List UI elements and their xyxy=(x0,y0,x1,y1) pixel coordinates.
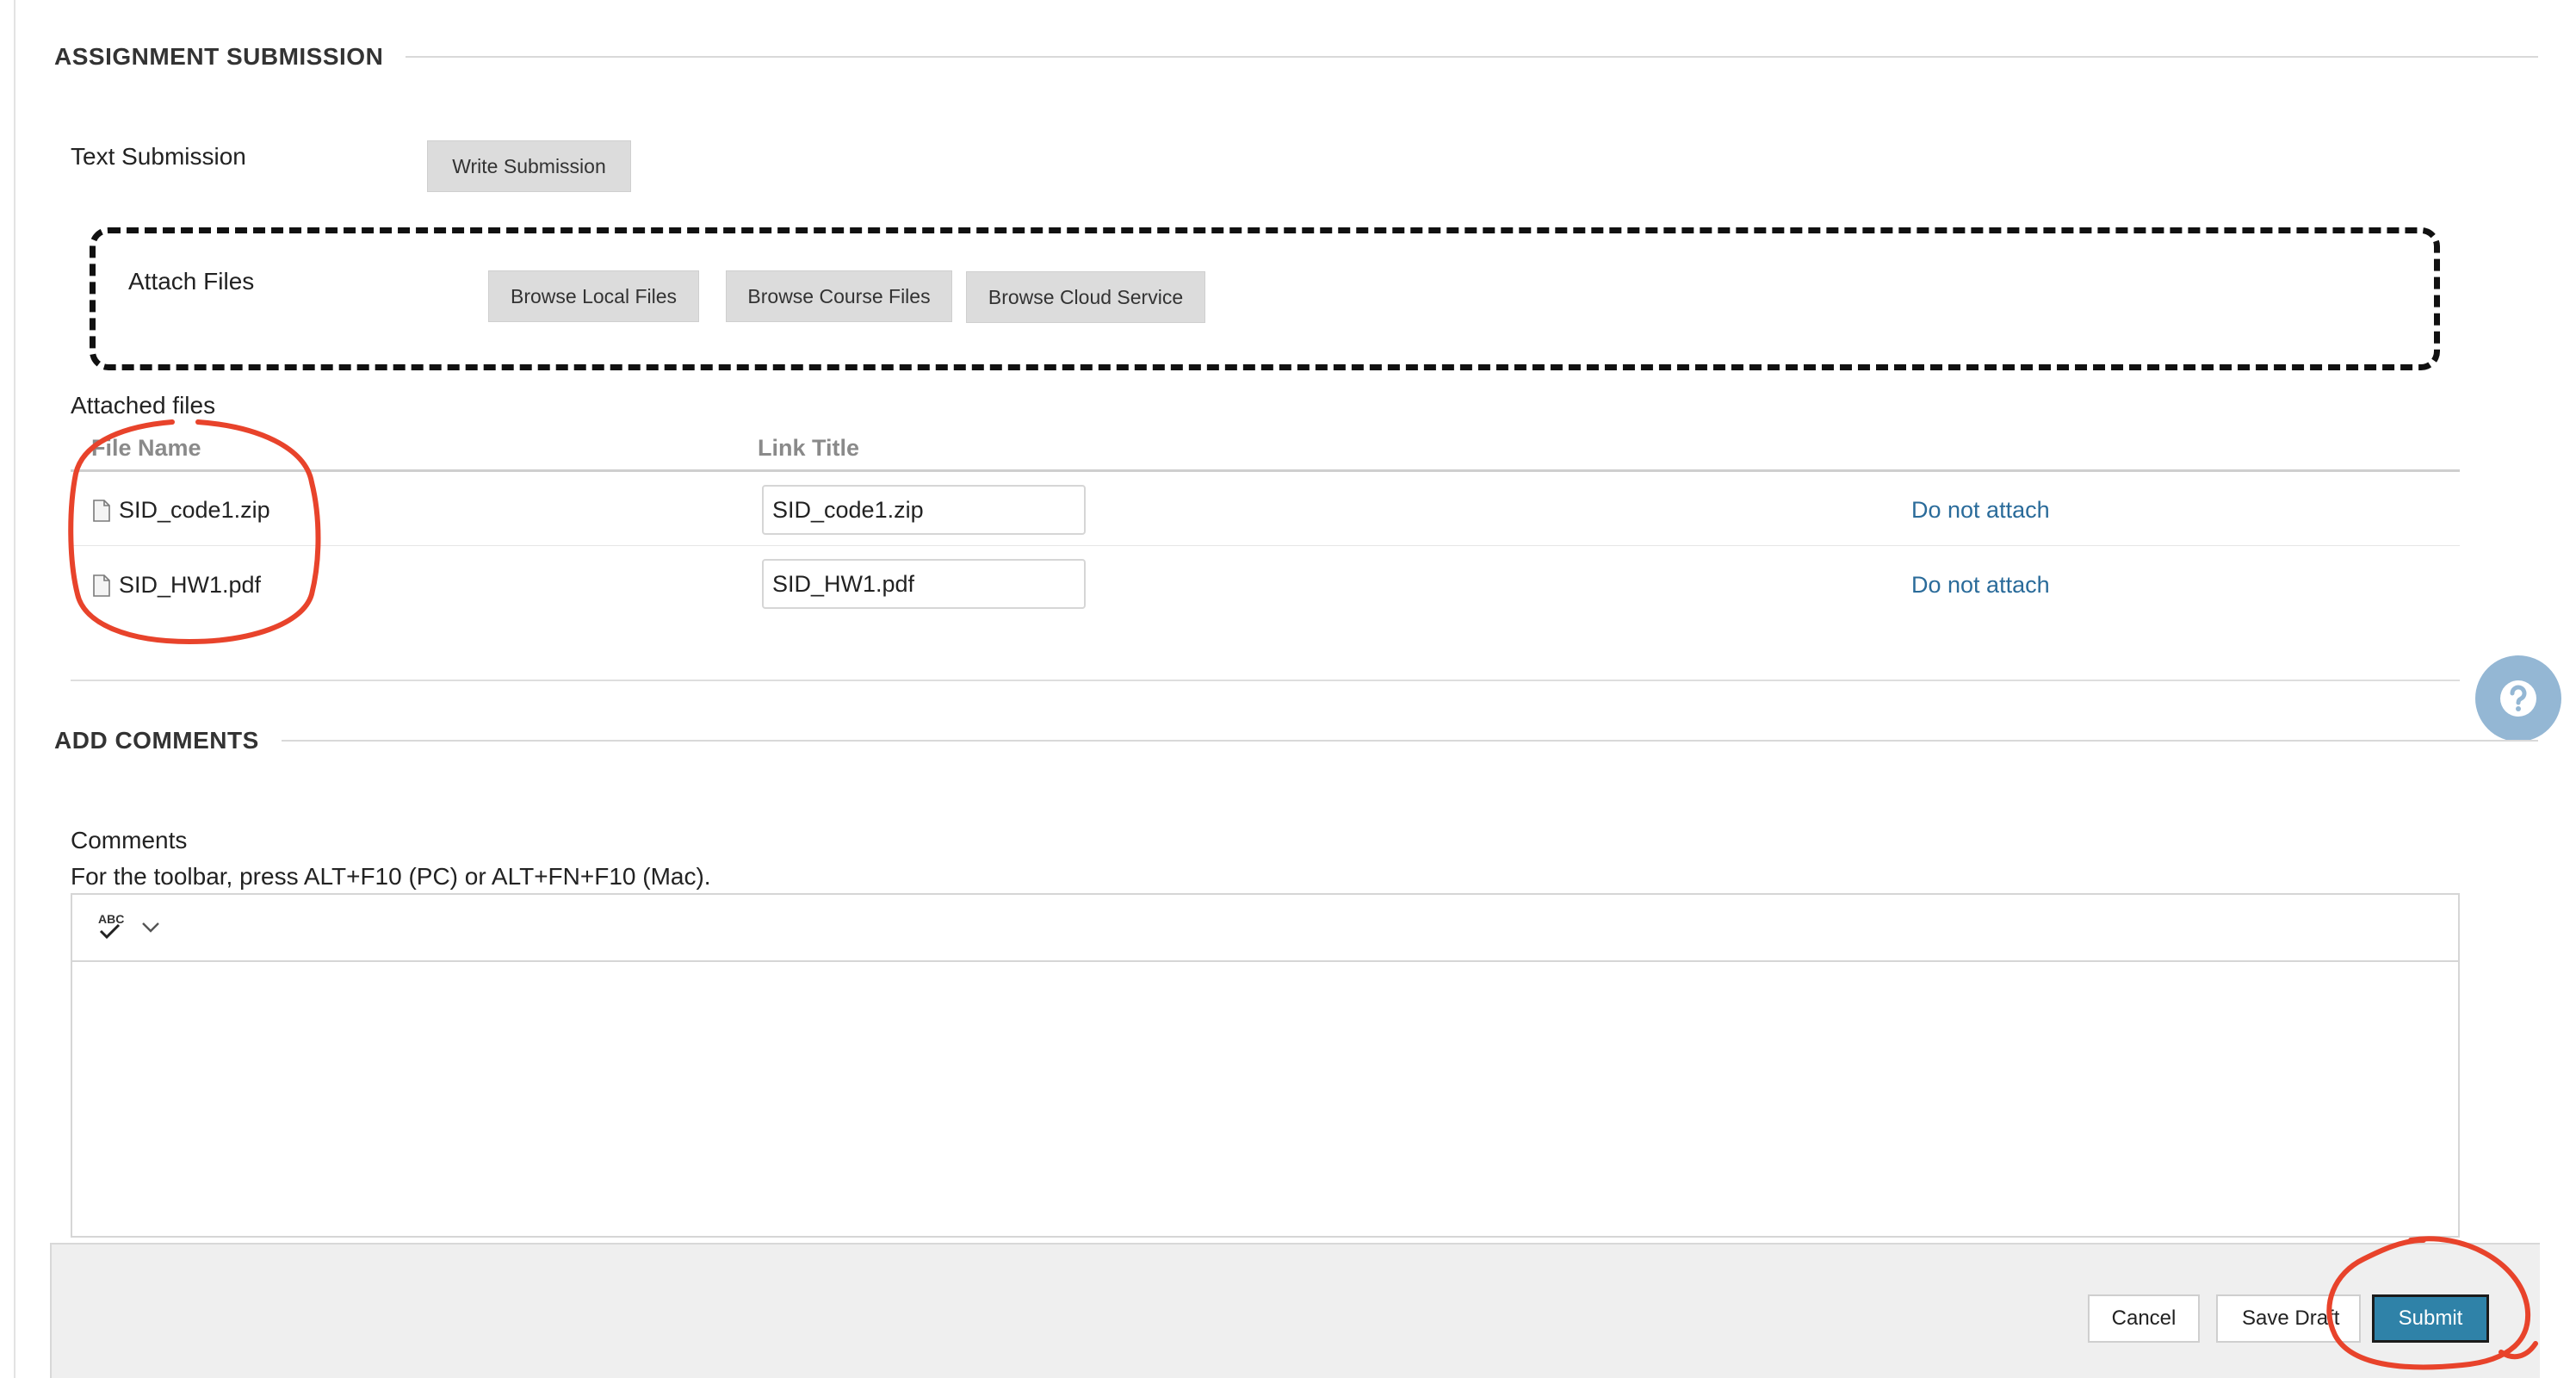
attached-files-label: Attached files xyxy=(71,392,216,419)
link-title-input[interactable] xyxy=(762,559,1086,609)
section-divider xyxy=(71,680,2460,681)
column-header-file-name: File Name xyxy=(91,435,201,461)
save-draft-button[interactable]: Save Draft xyxy=(2216,1294,2361,1343)
table-row-divider xyxy=(71,545,2460,546)
table-header-rule xyxy=(71,469,2460,472)
editor-toolbar: ABC xyxy=(72,895,2458,962)
browse-local-files-button[interactable]: Browse Local Files xyxy=(488,270,699,322)
link-title-input[interactable] xyxy=(762,485,1086,535)
do-not-attach-link[interactable]: Do not attach xyxy=(1911,497,2050,524)
spellcheck-icon[interactable]: ABC xyxy=(96,910,126,945)
submit-button[interactable]: Submit xyxy=(2372,1294,2489,1343)
assignment-submission-header: ASSIGNMENT SUBMISSION xyxy=(54,43,2538,71)
file-name-text: SID_code1.zip xyxy=(119,497,270,523)
help-question-icon xyxy=(2500,680,2536,717)
chevron-down-icon[interactable] xyxy=(141,922,160,934)
text-submission-label: Text Submission xyxy=(71,143,246,170)
cancel-button[interactable]: Cancel xyxy=(2088,1294,2200,1343)
file-icon xyxy=(93,499,110,522)
table-row-file: SID_HW1.pdf xyxy=(93,572,261,599)
page-left-border xyxy=(14,0,15,1378)
add-comments-heading: ADD COMMENTS xyxy=(54,727,259,754)
write-submission-button[interactable]: Write Submission xyxy=(427,140,631,192)
comments-label: Comments xyxy=(71,827,188,853)
spellcheck-icon-text: ABC xyxy=(98,912,124,926)
comments-text-area[interactable] xyxy=(72,962,2458,1236)
add-comments-header: ADD COMMENTS xyxy=(54,727,2538,754)
table-row-file: SID_code1.zip xyxy=(93,497,270,524)
file-icon xyxy=(93,574,110,597)
attach-files-label: Attach Files xyxy=(128,268,255,295)
section-divider-line xyxy=(406,56,2538,58)
file-name-text: SID_HW1.pdf xyxy=(119,572,262,598)
toolbar-hint: For the toolbar, press ALT+F10 (PC) or A… xyxy=(71,863,711,890)
browse-cloud-service-button[interactable]: Browse Cloud Service xyxy=(966,271,1205,323)
attach-files-highlight-box xyxy=(90,227,2440,370)
column-header-link-title: Link Title xyxy=(758,435,860,461)
assignment-submission-heading: ASSIGNMENT SUBMISSION xyxy=(54,43,384,70)
do-not-attach-link[interactable]: Do not attach xyxy=(1911,572,2050,599)
comments-editor: ABC xyxy=(71,893,2460,1238)
section-divider-line xyxy=(281,740,2538,742)
browse-course-files-button[interactable]: Browse Course Files xyxy=(726,270,952,322)
